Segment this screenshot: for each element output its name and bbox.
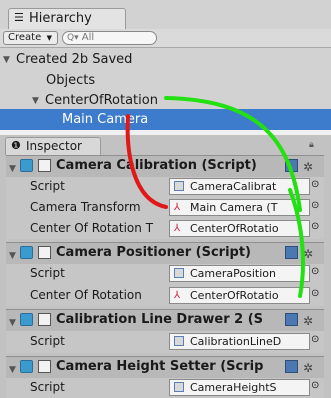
red-annotation-arrow	[125, 114, 168, 209]
annotation-overlay	[125, 96, 305, 298]
green-annotation-arrow	[164, 96, 302, 212]
